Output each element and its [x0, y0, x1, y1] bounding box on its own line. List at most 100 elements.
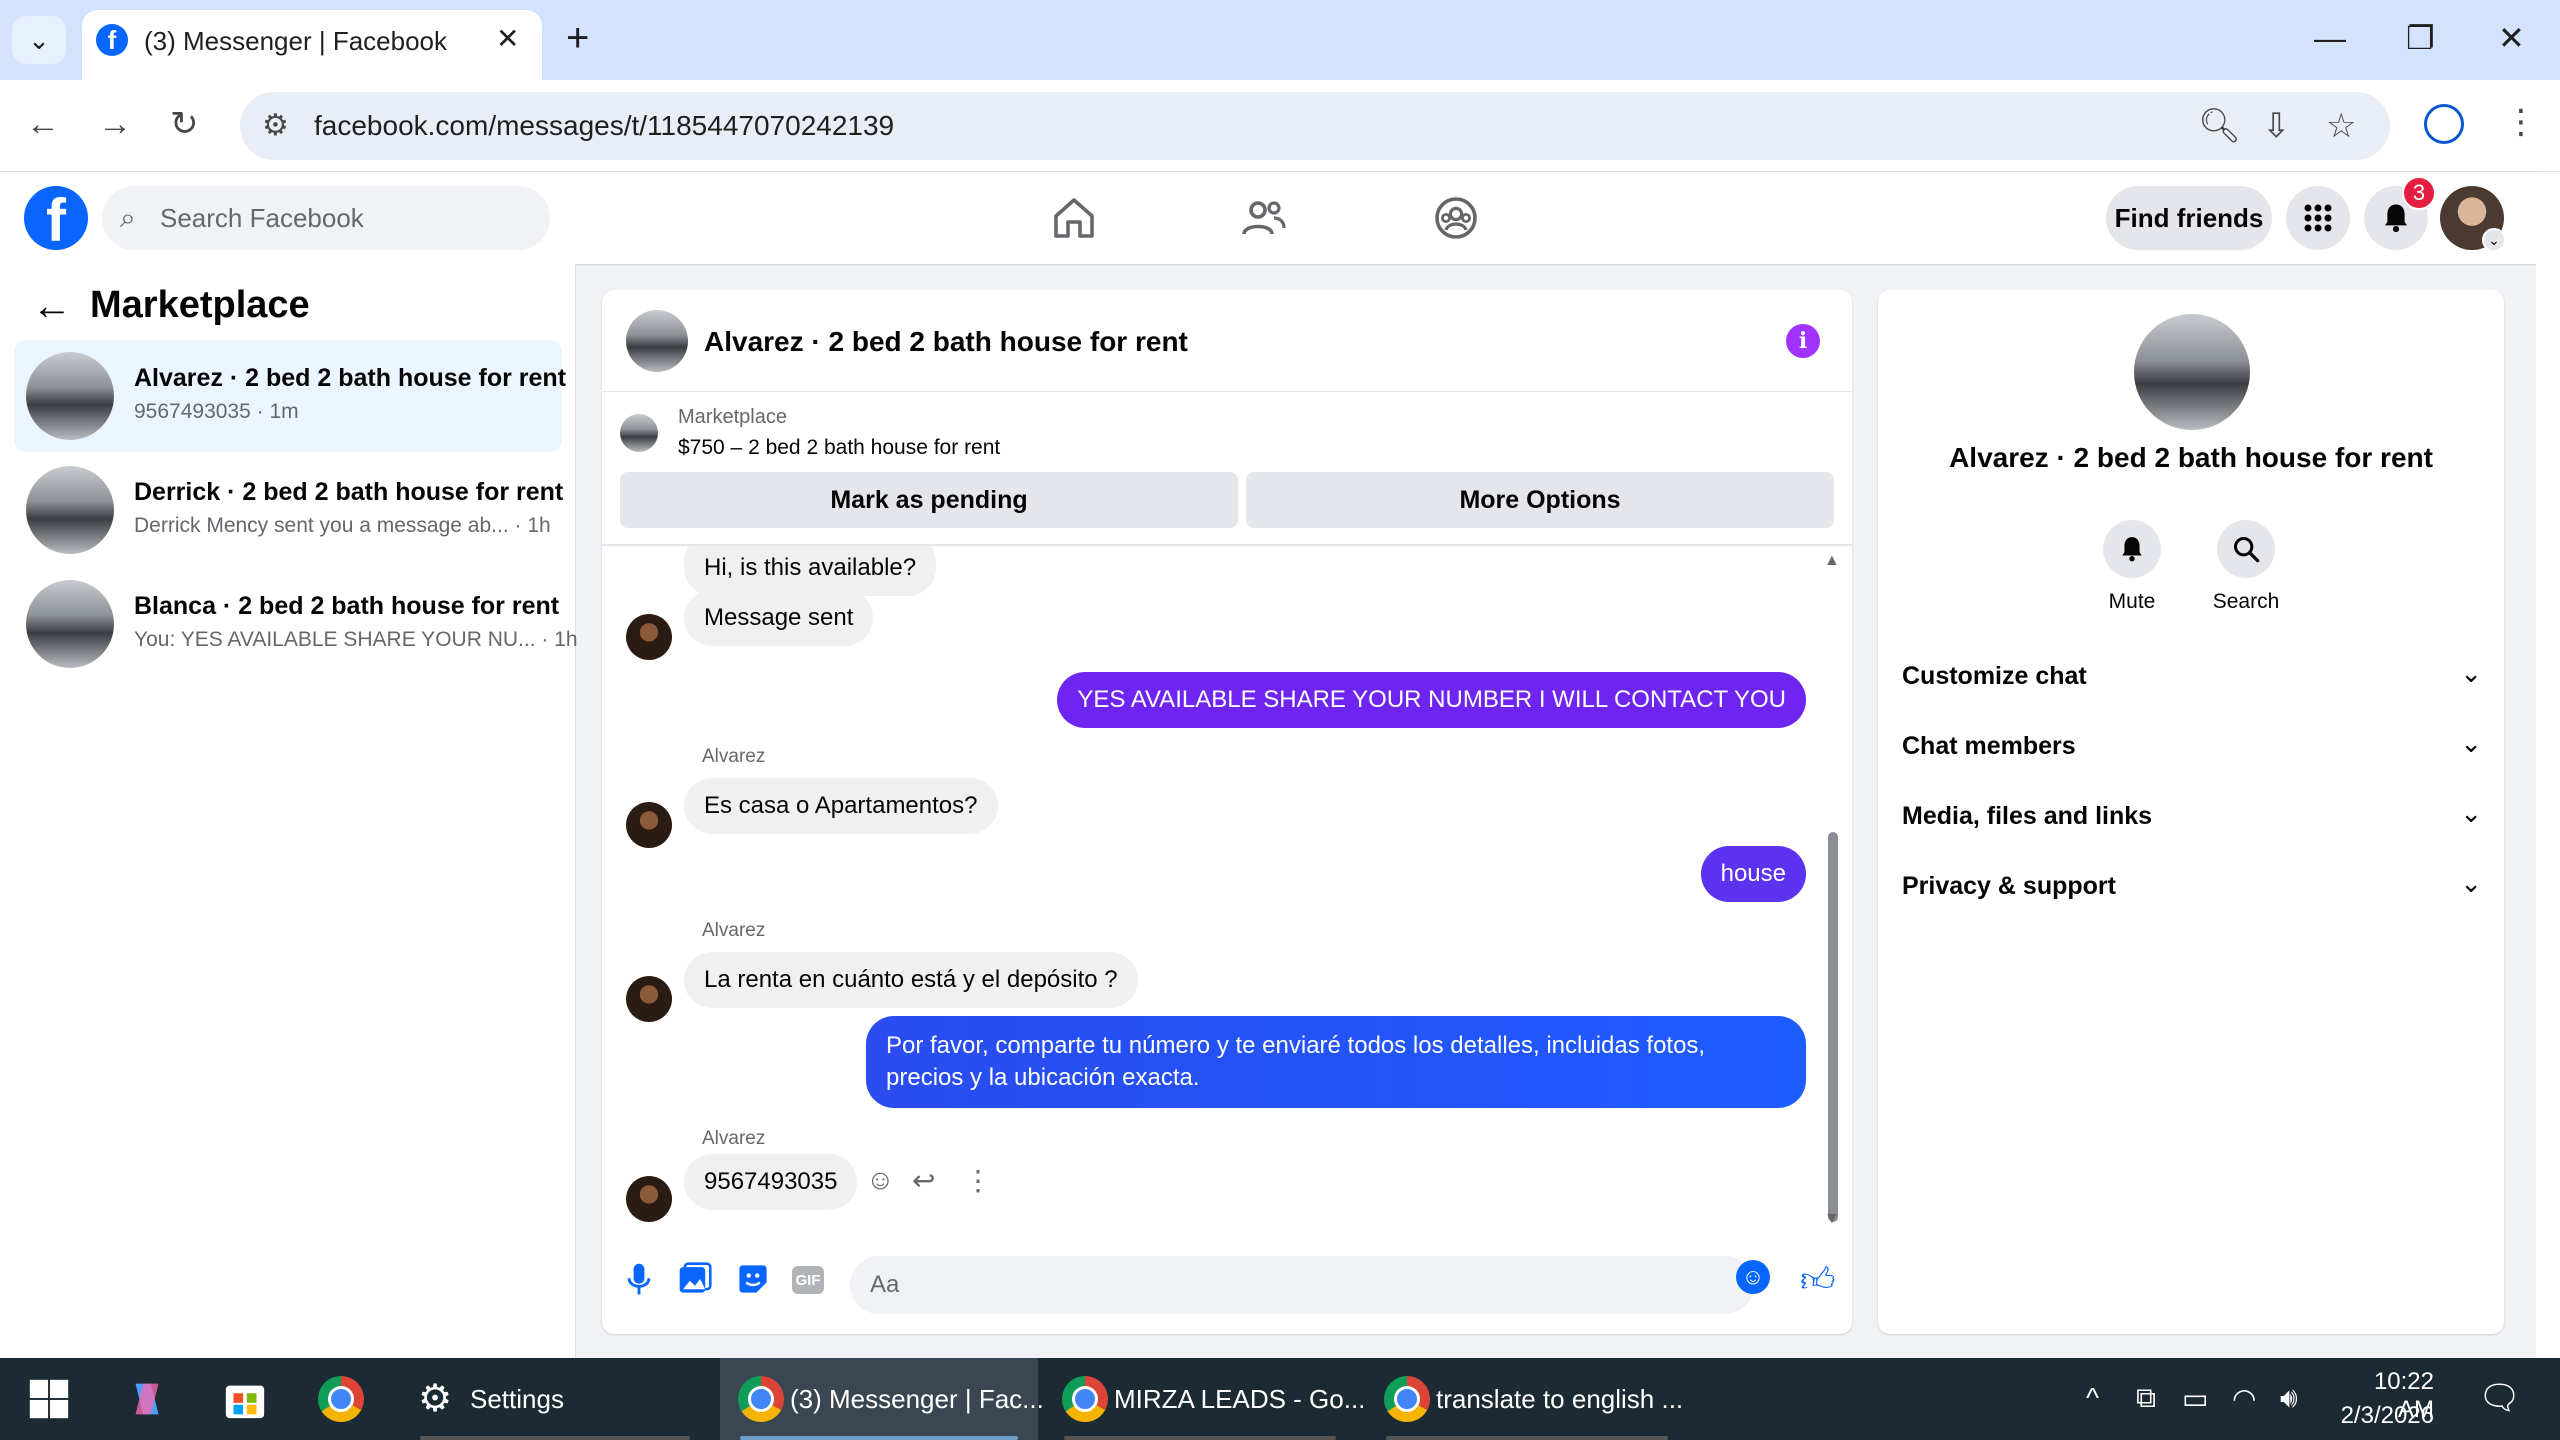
emoji-icon[interactable]: ☺ [1736, 1260, 1770, 1294]
message-bubble-outgoing[interactable]: YES AVAILABLE SHARE YOUR NUMBER I WILL C… [1057, 672, 1806, 728]
info-icon[interactable]: i [1786, 324, 1820, 358]
message-bubble-incoming[interactable]: Hi, is this available? [684, 546, 937, 596]
message-thread: Hi, is this available? Message sent YES … [602, 546, 1852, 1226]
chevron-down-icon[interactable]: ⌄ [2482, 228, 2506, 252]
taskbar-settings[interactable]: ⚙ Settings [400, 1358, 710, 1440]
taskbar-translate[interactable]: translate to english ... [1366, 1358, 1688, 1440]
section-media-files-links[interactable]: Media, files and links ⌄ [1902, 788, 2482, 844]
sender-avatar[interactable] [626, 976, 672, 1022]
message-bubble-outgoing[interactable]: Por favor, comparte tu número y te envia… [866, 1016, 1806, 1108]
new-tab-icon[interactable]: + [566, 18, 589, 58]
forward-arrow-icon[interactable]: → [98, 104, 132, 144]
taskbar-chrome[interactable] [300, 1358, 390, 1440]
more-actions-icon[interactable]: ⋮ [964, 1164, 992, 1197]
sticker-icon[interactable] [736, 1262, 770, 1296]
chrome-profile-icon[interactable] [2424, 104, 2464, 144]
tab-title: (3) Messenger | Facebook [144, 26, 447, 56]
tab-search-dropdown-icon[interactable]: ⌄ [12, 16, 66, 64]
url-text[interactable]: facebook.com/messages/t/1185447070242139 [314, 110, 894, 142]
sender-avatar[interactable] [626, 614, 672, 660]
menu-grid-button[interactable] [2286, 186, 2350, 250]
chrome-icon [1062, 1376, 1108, 1422]
section-customize-chat[interactable]: Customize chat ⌄ [1902, 648, 2482, 704]
listing-thumbnail[interactable] [2134, 314, 2250, 430]
meet-now-icon[interactable]: ⧉ [2136, 1382, 2156, 1415]
scroll-up-arrow-icon[interactable]: ▲ [1824, 552, 1840, 570]
address-bar[interactable]: ⚙ facebook.com/messages/t/11854470702421… [240, 92, 2390, 160]
browser-toolbar: ← → ↻ ⚙ facebook.com/messages/t/11854470… [0, 80, 2560, 172]
sender-avatar[interactable] [626, 802, 672, 848]
chat-scrollbar[interactable] [1824, 566, 1840, 1222]
page-scrollbar[interactable] [2536, 172, 2560, 1358]
clock-date[interactable]: 2/3/2026 [2334, 1402, 2434, 1430]
find-friends-button[interactable]: Find friends [2106, 186, 2272, 250]
window-close-icon[interactable]: ✕ [2498, 18, 2525, 58]
facebook-search[interactable]: ⌕ [102, 186, 550, 250]
chat-thumbnail[interactable] [626, 310, 688, 372]
grid-icon [2304, 204, 2332, 232]
message-bubble-incoming[interactable]: La renta en cuánto está y el depósito ? [684, 952, 1138, 1008]
notification-center-icon[interactable]: 🗨︎ [2478, 1378, 2521, 1418]
scroll-down-arrow-icon[interactable]: ▼ [1824, 1210, 1840, 1228]
notification-badge: 3 [2402, 176, 2436, 210]
react-emoji-icon[interactable]: ☺ [866, 1164, 895, 1196]
windows-start-icon[interactable] [26, 1376, 72, 1422]
back-arrow-icon[interactable]: ← [32, 286, 72, 326]
battery-icon[interactable]: ▭ [2182, 1382, 2208, 1415]
mark-as-pending-button[interactable]: Mark as pending [620, 472, 1238, 528]
thumbs-up-icon[interactable]: 👍︎ [1800, 1260, 1836, 1301]
conversation-snippet: Derrick Mency sent you a message ab... ·… [134, 514, 551, 537]
message-bubble-outgoing[interactable]: house [1700, 846, 1806, 902]
taskbar-messenger[interactable]: (3) Messenger | Fac... [720, 1358, 1044, 1440]
microphone-icon[interactable] [626, 1262, 652, 1298]
sender-name: Alvarez [702, 1128, 766, 1149]
search-conversation-button[interactable]: Search [2186, 520, 2306, 614]
chrome-menu-icon[interactable]: ⋮ [2504, 102, 2538, 142]
message-bubble-incoming[interactable]: 9567493035 [684, 1154, 858, 1210]
message-input-box[interactable] [850, 1256, 1754, 1314]
show-hidden-icons-icon[interactable]: ^ [2086, 1382, 2099, 1414]
search-input[interactable] [160, 196, 540, 240]
listing-price[interactable]: $750 – 2 bed 2 bath house for rent [678, 436, 1000, 460]
conversation-snippet: 9567493035 · 1m [134, 400, 299, 423]
volume-icon[interactable]: 🔊︎ [2280, 1382, 2298, 1415]
close-tab-icon[interactable]: ✕ [496, 22, 519, 55]
sender-avatar[interactable] [626, 1176, 672, 1222]
section-chat-members[interactable]: Chat members ⌄ [1902, 718, 2482, 774]
friends-icon[interactable] [1240, 194, 1288, 242]
back-arrow-icon[interactable]: ← [26, 104, 60, 144]
minimize-icon[interactable]: — [2314, 18, 2346, 58]
zoom-icon[interactable]: 🔍︎ [2198, 106, 2241, 146]
conversation-item-derrick[interactable]: Derrick · 2 bed 2 bath house for rent De… [14, 454, 563, 566]
microsoft-store-icon[interactable] [222, 1376, 268, 1422]
install-app-icon[interactable]: ⇩ [2262, 106, 2291, 146]
bookmark-star-icon[interactable]: ☆ [2326, 106, 2356, 146]
mute-button[interactable]: Mute [2072, 520, 2192, 614]
chevron-down-icon: ⌄ [2460, 658, 2482, 688]
restore-icon[interactable]: ❐ [2406, 18, 2435, 58]
more-options-button[interactable]: More Options [1246, 472, 1834, 528]
message-input[interactable] [870, 1266, 1670, 1304]
chat-scrollbar-thumb[interactable] [1828, 832, 1838, 1222]
taskbar-mirza-leads[interactable]: MIRZA LEADS - Go... [1044, 1358, 1365, 1440]
copilot-icon[interactable] [124, 1376, 170, 1422]
message-bubble-incoming[interactable]: Es casa o Apartamentos? [684, 778, 998, 834]
message-bubble-incoming[interactable]: Message sent [684, 590, 874, 646]
photo-icon[interactable] [678, 1262, 712, 1296]
home-icon[interactable] [1050, 194, 1098, 242]
listing-thumbnail[interactable] [620, 414, 658, 452]
section-privacy-support[interactable]: Privacy & support ⌄ [1902, 858, 2482, 914]
groups-icon[interactable] [1432, 194, 1480, 242]
conversation-item-alvarez[interactable]: Alvarez · 2 bed 2 bath house for rent 95… [14, 340, 566, 452]
reload-icon[interactable]: ↻ [170, 104, 199, 144]
reply-icon[interactable]: ↩ [912, 1164, 935, 1197]
wifi-icon[interactable]: ◠ [2232, 1382, 2256, 1415]
sender-name: Alvarez [702, 920, 766, 941]
gif-icon[interactable]: GIF [792, 1266, 824, 1294]
chat-title[interactable]: Alvarez · 2 bed 2 bath house for rent [704, 326, 1188, 358]
chevron-down-icon: ⌄ [2460, 728, 2482, 758]
chrome-icon [1384, 1376, 1430, 1422]
conversation-item-blanca[interactable]: Blanca · 2 bed 2 bath house for rent You… [14, 568, 578, 680]
facebook-logo-icon[interactable]: f [24, 186, 88, 250]
site-info-icon[interactable]: ⚙ [262, 108, 289, 143]
